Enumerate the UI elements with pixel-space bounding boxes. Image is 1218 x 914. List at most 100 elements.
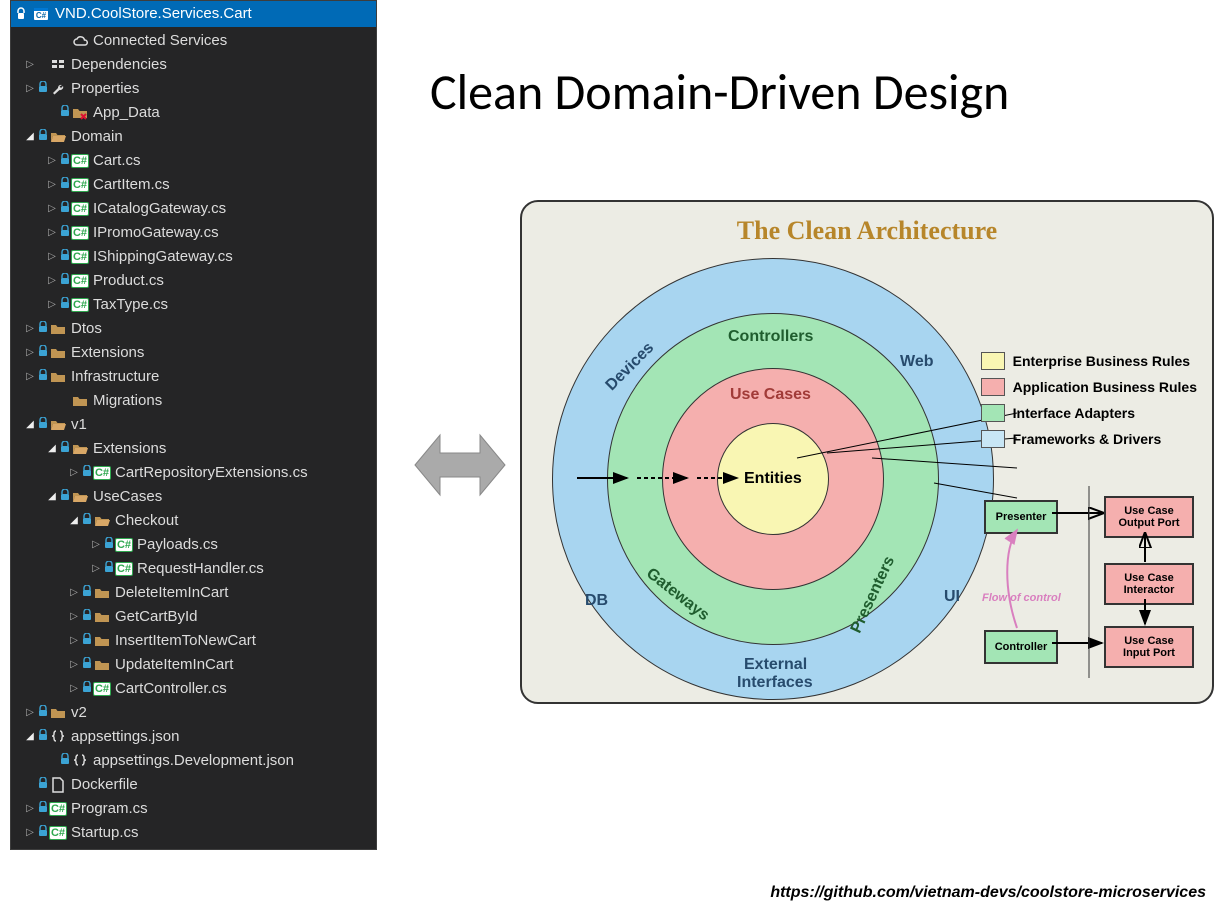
tree-item[interactable]: ▷C#Cart.cs (11, 149, 376, 173)
tree-item[interactable]: ▷Infrastructure (11, 365, 376, 389)
lock-icon (59, 173, 71, 197)
solution-tree[interactable]: Connected Services▷Dependencies▷Properti… (11, 27, 376, 849)
tree-item[interactable]: ▷C#CartController.cs (11, 677, 376, 701)
tree-item[interactable]: ▷C#ICatalogGateway.cs (11, 197, 376, 221)
chevron-right-icon[interactable]: ▷ (45, 269, 59, 293)
tree-item[interactable]: ▷C#Startup.cs (11, 821, 376, 845)
chevron-down-icon[interactable]: ◢ (23, 125, 37, 149)
tree-item[interactable]: Migrations (11, 389, 376, 413)
chevron-down-icon[interactable]: ◢ (23, 413, 37, 437)
tree-item[interactable]: ▷C#TaxType.cs (11, 293, 376, 317)
chevron-down-icon[interactable]: ◢ (45, 485, 59, 509)
tree-item-label: Dockerfile (67, 773, 138, 797)
tree-item[interactable]: ▷C#Payloads.cs (11, 533, 376, 557)
tree-item[interactable]: ▷v2 (11, 701, 376, 725)
chevron-right-icon[interactable]: ▷ (67, 461, 81, 485)
tree-item[interactable]: ▷C#Program.cs (11, 797, 376, 821)
legend-swatch (981, 352, 1005, 370)
tree-item[interactable]: Dockerfile (11, 773, 376, 797)
chevron-right-icon[interactable]: ▷ (45, 173, 59, 197)
chevron-right-icon[interactable]: ▷ (45, 221, 59, 245)
chevron-right-icon[interactable]: ▷ (23, 797, 37, 821)
tree-item[interactable]: ▷InsertItemToNewCart (11, 629, 376, 653)
tree-item[interactable]: ▷C#CartItem.cs (11, 173, 376, 197)
chevron-right-icon[interactable]: ▷ (23, 701, 37, 725)
folder-icon (93, 657, 111, 673)
flow-diagram: Presenter Controller Use Case Output Por… (984, 500, 1194, 680)
legend: Enterprise Business RulesApplication Bus… (981, 352, 1197, 456)
chevron-right-icon[interactable]: ▷ (45, 245, 59, 269)
lock-icon (37, 365, 49, 389)
lock-icon (37, 413, 49, 437)
tree-item[interactable]: ▷C#Product.cs (11, 269, 376, 293)
legend-swatch (981, 404, 1005, 422)
tree-item[interactable]: ◢ Checkout (11, 509, 376, 533)
tree-item[interactable]: ◢appsettings.json (11, 725, 376, 749)
tree-item[interactable]: ▷C#CartRepositoryExtensions.cs (11, 461, 376, 485)
chevron-right-icon[interactable]: ▷ (89, 533, 103, 557)
chevron-right-icon[interactable]: ▷ (23, 317, 37, 341)
chevron-right-icon[interactable]: ▷ (67, 605, 81, 629)
tree-item[interactable]: Connected Services (11, 29, 376, 53)
chevron-right-icon[interactable]: ▷ (45, 293, 59, 317)
chevron-right-icon[interactable]: ▷ (67, 581, 81, 605)
folder-open-icon (71, 441, 89, 457)
lock-icon (59, 101, 71, 125)
tree-item-label: appsettings.Development.json (89, 749, 294, 773)
tree-item[interactable]: appsettings.Development.json (11, 749, 376, 773)
chevron-right-icon[interactable]: ▷ (89, 557, 103, 581)
tree-item[interactable]: ◢Extensions (11, 437, 376, 461)
diagram-title: The Clean Architecture (522, 216, 1212, 246)
tree-item[interactable]: ▷C#IPromoGateway.cs (11, 221, 376, 245)
lock-icon (37, 797, 49, 821)
folder-icon (49, 345, 67, 361)
tree-item[interactable]: ▷Dependencies (11, 53, 376, 77)
chevron-right-icon[interactable]: ▷ (67, 653, 81, 677)
tree-item[interactable]: App_Data (11, 101, 376, 125)
tree-item[interactable]: ◢UseCases (11, 485, 376, 509)
lock-icon (59, 437, 71, 461)
chevron-right-icon[interactable]: ▷ (23, 821, 37, 845)
cs-icon: C# (93, 682, 111, 696)
chevron-right-icon[interactable]: ▷ (67, 629, 81, 653)
chevron-right-icon[interactable]: ▷ (23, 77, 37, 101)
cs-icon: C# (49, 826, 67, 840)
tree-item-label: Program.cs (67, 797, 148, 821)
tree-item[interactable]: ◢Domain (11, 125, 376, 149)
tree-item-label: Checkout (111, 509, 178, 533)
chevron-down-icon[interactable]: ◢ (23, 725, 37, 749)
lock-icon (81, 509, 93, 533)
cs-icon: C# (115, 562, 133, 576)
cs-icon: C# (71, 250, 89, 264)
tree-item-label: CartRepositoryExtensions.cs (111, 461, 308, 485)
tree-item-label: Connected Services (89, 29, 227, 53)
folder-icon (93, 585, 111, 601)
slide-title: Clean Domain-Driven Design (430, 62, 1009, 123)
chevron-right-icon[interactable]: ▷ (45, 149, 59, 173)
lock-icon (37, 341, 49, 365)
lock-icon (59, 221, 71, 245)
lock-icon (37, 821, 49, 845)
legend-swatch (981, 378, 1005, 396)
tree-item[interactable]: ▷DeleteItemInCart (11, 581, 376, 605)
chevron-right-icon[interactable]: ▷ (45, 197, 59, 221)
tree-item[interactable]: ◢v1 (11, 413, 376, 437)
chevron-down-icon[interactable]: ◢ (67, 509, 81, 533)
project-header[interactable]: C# VND.CoolStore.Services.Cart (11, 1, 376, 27)
chevron-right-icon[interactable]: ▷ (23, 53, 37, 77)
legend-item: Application Business Rules (981, 378, 1197, 396)
chevron-down-icon[interactable]: ◢ (45, 437, 59, 461)
wrench-icon (49, 81, 67, 97)
tree-item[interactable]: ▷UpdateItemInCart (11, 653, 376, 677)
tree-item[interactable]: ▷Dtos (11, 317, 376, 341)
chevron-right-icon[interactable]: ▷ (67, 677, 81, 701)
legend-label: Application Business Rules (1013, 379, 1197, 395)
tree-item[interactable]: ▷GetCartById (11, 605, 376, 629)
tree-item[interactable]: ▷C#RequestHandler.cs (11, 557, 376, 581)
tree-item[interactable]: ▷C#IShippingGateway.cs (11, 245, 376, 269)
chevron-right-icon[interactable]: ▷ (23, 341, 37, 365)
folder-icon (49, 321, 67, 337)
tree-item[interactable]: ▷Properties (11, 77, 376, 101)
tree-item[interactable]: ▷Extensions (11, 341, 376, 365)
chevron-right-icon[interactable]: ▷ (23, 365, 37, 389)
